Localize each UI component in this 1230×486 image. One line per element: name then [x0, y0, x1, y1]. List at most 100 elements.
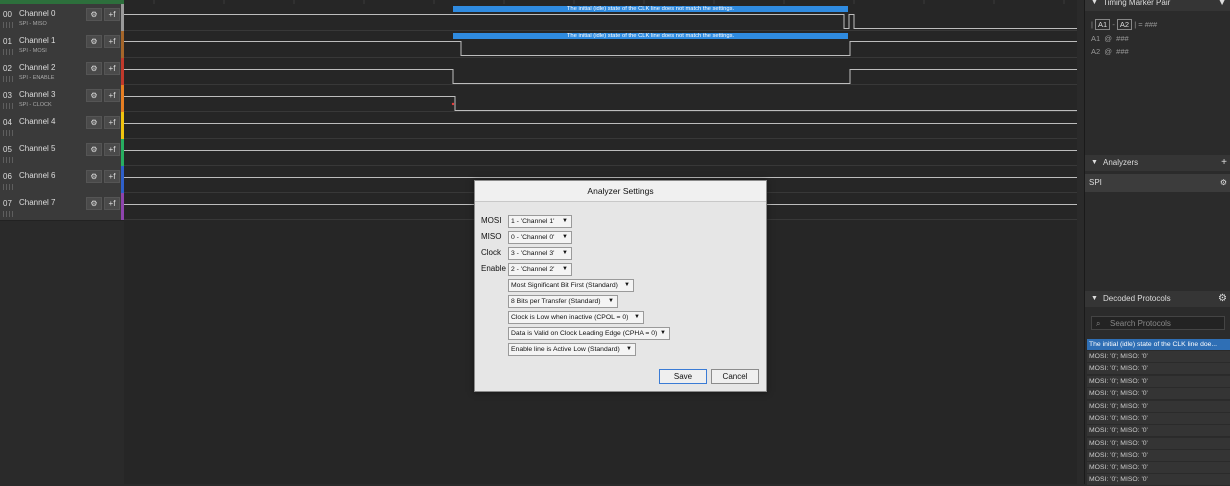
collapse-triangle-icon[interactable]: ▼	[1091, 0, 1098, 11]
a2-row: A2 @ ###	[1091, 47, 1129, 56]
channel-trigger-button[interactable]: +f	[104, 89, 120, 102]
enable-polarity-select[interactable]: Enable line is Active Low (Standard) ▼	[508, 343, 636, 356]
list-item[interactable]: MOSI: '0'; MISO: '0'	[1087, 363, 1230, 375]
a2-label: A2	[1091, 47, 1101, 56]
collapse-triangle-icon[interactable]: ▼	[1091, 155, 1098, 171]
analyzer-name: SPI	[1089, 178, 1102, 187]
a1-row: A1 @ ###	[1091, 34, 1129, 43]
analyzer-item-spi[interactable]: SPI ⚙	[1085, 174, 1230, 192]
channel-settings-button[interactable]: ⚙	[86, 8, 102, 21]
a1-marker-button[interactable]: A1	[1095, 19, 1111, 30]
channel-trigger-button[interactable]: +f	[104, 170, 120, 183]
channel-name[interactable]: Channel 3	[19, 90, 55, 99]
protocol-error-bubble-ch0[interactable]: The initial (idle) state of the CLK line…	[453, 6, 848, 12]
channel-name[interactable]: Channel 5	[19, 144, 55, 153]
channel-name[interactable]: Channel 1	[19, 36, 55, 45]
list-item[interactable]: The initial (idle) state of the CLK line…	[1087, 339, 1230, 351]
channel-settings-button[interactable]: ⚙	[86, 116, 102, 129]
channel-settings-button[interactable]: ⚙	[86, 170, 102, 183]
bits-per-transfer-value: 8 Bits per Transfer (Standard)	[511, 298, 601, 305]
mosi-select[interactable]: 1 - 'Channel 1' ▼	[508, 215, 572, 228]
channel-number: 00	[3, 10, 12, 19]
channel-row-5[interactable]: 05 Channel 5 ⚙ +f	[0, 139, 124, 167]
cancel-button[interactable]: Cancel	[711, 369, 759, 384]
cpol-select[interactable]: Clock is Low when inactive (CPOL = 0) ▼	[508, 311, 644, 324]
channel-row-2[interactable]: 02 Channel 2 SPI - ENABLE ⚙ +f	[0, 58, 124, 86]
channel-row-1[interactable]: 01 Channel 1 SPI - MOSI ⚙ +f	[0, 31, 124, 59]
channel-settings-button[interactable]: ⚙	[86, 89, 102, 102]
clock-select[interactable]: 3 - 'Channel 3' ▼	[508, 247, 572, 260]
list-item[interactable]: MOSI: '0'; MISO: '0'	[1087, 351, 1230, 363]
a1-value: ###	[1116, 34, 1129, 43]
decoded-protocols-header[interactable]: ▼ Decoded Protocols ⚙	[1085, 291, 1230, 307]
timing-marker-title: Timing Marker Pair	[1103, 0, 1171, 7]
gear-icon[interactable]: ⚙	[1218, 291, 1227, 307]
timing-marker-header[interactable]: ▼ Timing Marker Pair ▼	[1085, 0, 1230, 11]
channel-trigger-button[interactable]: +f	[104, 35, 120, 48]
channel-analyzer-label: SPI - CLOCK	[19, 102, 52, 108]
drag-grip-icon[interactable]	[3, 76, 13, 82]
right-side-panel: ▼ Timing Marker Pair ▼ | A1 - A2 | = ###…	[1084, 0, 1230, 486]
channel-name[interactable]: Channel 0	[19, 9, 55, 18]
miso-select[interactable]: 0 - 'Channel 0' ▼	[508, 231, 572, 244]
enable-select[interactable]: 2 - 'Channel 2' ▼	[508, 263, 572, 276]
drag-grip-icon[interactable]	[3, 157, 13, 163]
channel-trigger-button[interactable]: +f	[104, 197, 120, 210]
drag-grip-icon[interactable]	[3, 49, 13, 55]
list-item[interactable]: MOSI: '0'; MISO: '0'	[1087, 388, 1230, 400]
chevron-down-icon: ▼	[634, 314, 640, 320]
channel-name[interactable]: Channel 6	[19, 171, 55, 180]
miso-value: 0 - 'Channel 0'	[511, 234, 555, 241]
channel-row-4[interactable]: 04 Channel 4 ⚙ +f	[0, 112, 124, 140]
analyzers-header[interactable]: ▼ Analyzers +	[1085, 155, 1230, 171]
channel-settings-button[interactable]: ⚙	[86, 62, 102, 75]
search-icon: ⌕	[1096, 319, 1101, 328]
drag-grip-icon[interactable]	[3, 22, 13, 28]
protocol-error-bubble-ch1[interactable]: The initial (idle) state of the CLK line…	[453, 33, 848, 39]
list-item[interactable]: MOSI: '0'; MISO: '0'	[1087, 474, 1230, 486]
mosi-value: 1 - 'Channel 1'	[511, 218, 555, 225]
a2-marker-button[interactable]: A2	[1116, 19, 1133, 30]
decoded-protocols-title: Decoded Protocols	[1103, 294, 1171, 303]
channel-row-7[interactable]: 07 Channel 7 ⚙ +f	[0, 193, 124, 221]
drag-grip-icon[interactable]	[3, 211, 13, 217]
chevron-down-icon: ▼	[626, 346, 632, 352]
channel-settings-button[interactable]: ⚙	[86, 35, 102, 48]
list-item[interactable]: MOSI: '0'; MISO: '0'	[1087, 413, 1230, 425]
bits-per-transfer-select[interactable]: 8 Bits per Transfer (Standard) ▼	[508, 295, 618, 308]
drag-grip-icon[interactable]	[3, 184, 13, 190]
list-item[interactable]: MOSI: '0'; MISO: '0'	[1087, 401, 1230, 413]
gear-icon[interactable]: ⚙	[1220, 174, 1227, 192]
list-item[interactable]: MOSI: '0'; MISO: '0'	[1087, 450, 1230, 462]
drag-grip-icon[interactable]	[3, 130, 13, 136]
channel-name[interactable]: Channel 7	[19, 198, 55, 207]
dropdown-arrow-icon[interactable]: ▼	[1217, 0, 1227, 11]
channel-trigger-button[interactable]: +f	[104, 116, 120, 129]
clock-value: 3 - 'Channel 3'	[511, 250, 555, 257]
channel-trigger-button[interactable]: +f	[104, 8, 120, 21]
channel-trigger-button[interactable]: +f	[104, 143, 120, 156]
chevron-down-icon: ▼	[562, 218, 568, 224]
channel-settings-button[interactable]: ⚙	[86, 143, 102, 156]
drag-grip-icon[interactable]	[3, 103, 13, 109]
channel-trigger-button[interactable]: +f	[104, 62, 120, 75]
channel-name[interactable]: Channel 4	[19, 117, 55, 126]
list-item[interactable]: MOSI: '0'; MISO: '0'	[1087, 462, 1230, 474]
bit-order-select[interactable]: Most Significant Bit First (Standard) ▼	[508, 279, 634, 292]
channel-name[interactable]: Channel 2	[19, 63, 55, 72]
cpha-select[interactable]: Data is Valid on Clock Leading Edge (CPH…	[508, 327, 670, 340]
channel-number: 07	[3, 199, 12, 208]
list-item[interactable]: MOSI: '0'; MISO: '0'	[1087, 438, 1230, 450]
timing-pair-row: | A1 - A2 | = ###	[1091, 19, 1158, 30]
channel-row-6[interactable]: 06 Channel 6 ⚙ +f	[0, 166, 124, 194]
list-item[interactable]: MOSI: '0'; MISO: '0'	[1087, 425, 1230, 437]
channel-settings-button[interactable]: ⚙	[86, 197, 102, 210]
chevron-down-icon: ▼	[660, 330, 666, 336]
channel-row-3[interactable]: 03 Channel 3 SPI - CLOCK ⚙ +f	[0, 85, 124, 113]
list-item[interactable]: MOSI: '0'; MISO: '0'	[1087, 376, 1230, 388]
channel-row-0[interactable]: 00 Channel 0 SPI - MISO ⚙ +f	[0, 4, 124, 32]
save-button[interactable]: Save	[659, 369, 707, 384]
add-analyzer-icon[interactable]: +	[1221, 155, 1227, 171]
search-input[interactable]: ⌕ Search Protocols	[1091, 316, 1225, 330]
collapse-triangle-icon[interactable]: ▼	[1091, 291, 1098, 307]
